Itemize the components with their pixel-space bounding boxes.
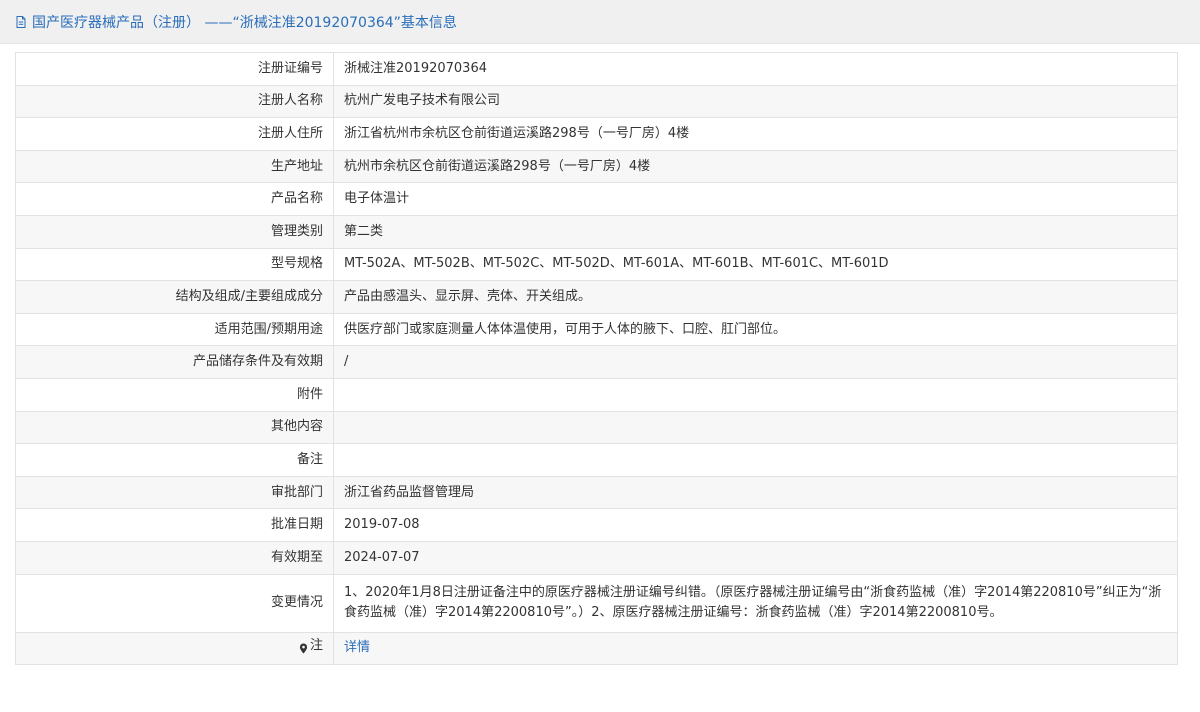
row-value: 浙械注准20192070364 (333, 52, 1178, 86)
row-value (333, 410, 1178, 445)
table-row: 产品名称 电子体温计 (15, 182, 1178, 216)
table-row: 注册人名称 杭州广发电子技术有限公司 (15, 84, 1178, 119)
row-label: 有效期至 (15, 540, 334, 575)
row-label: 附件 (15, 377, 334, 412)
table-row: 批准日期 2019-07-08 (15, 508, 1178, 542)
table-row: 产品储存条件及有效期 / (15, 345, 1178, 379)
row-label: 注册人名称 (15, 84, 334, 119)
row-label: 型号规格 (15, 247, 334, 282)
row-value: 供医疗部门或家庭测量人体体温使用，可用于人体的腋下、口腔、肛门部位。 (333, 312, 1178, 347)
row-label: 备注 (15, 443, 334, 477)
row-value: 2019-07-08 (333, 508, 1178, 542)
page-title: 国产医疗器械产品（注册） ——“浙械注准20192070364”基本信息 (32, 14, 457, 31)
row-label: 生产地址 (15, 149, 334, 184)
row-label: 结构及组成/主要组成成分 (15, 280, 334, 314)
row-value: 杭州广发电子技术有限公司 (333, 84, 1178, 119)
table-row: 生产地址 杭州市余杭区仓前街道运溪路298号（一号厂房）4楼 (15, 149, 1178, 184)
table-row: 有效期至 2024-07-07 (15, 540, 1178, 575)
note-label: 注 (309, 638, 323, 654)
row-value: / (333, 345, 1178, 379)
row-label: 变更情况 (15, 573, 334, 633)
row-value: 杭州市余杭区仓前街道运溪路298号（一号厂房）4楼 (333, 149, 1178, 184)
row-label: 批准日期 (15, 508, 334, 542)
row-value: 电子体温计 (333, 182, 1178, 216)
table-row: 适用范围/预期用途 供医疗部门或家庭测量人体体温使用，可用于人体的腋下、口腔、肛… (15, 312, 1178, 347)
row-value: 第二类 (333, 214, 1178, 249)
page-header: 国产医疗器械产品（注册） ——“浙械注准20192070364”基本信息 (0, 0, 1200, 44)
row-value (333, 377, 1178, 412)
table-row: 审批部门 浙江省药品监督管理局 (15, 475, 1178, 510)
pin-icon (299, 641, 308, 654)
note-label-cell: 注 (15, 631, 334, 666)
row-value: 浙江省杭州市余杭区仓前街道运溪路298号（一号厂房）4楼 (333, 117, 1178, 151)
row-value: 产品由感温头、显示屏、壳体、开关组成。 (333, 280, 1178, 314)
row-label: 其他内容 (15, 410, 334, 445)
table-row: 附件 (15, 377, 1178, 412)
row-label: 注册证编号 (15, 52, 334, 86)
table-row: 其他内容 (15, 410, 1178, 445)
row-value (333, 443, 1178, 477)
row-label: 适用范围/预期用途 (15, 312, 334, 347)
note-row: 注 详情 (15, 631, 1178, 666)
note-value-cell: 详情 (333, 631, 1178, 666)
table-row: 管理类别 第二类 (15, 214, 1178, 249)
row-value: 1、2020年1月8日注册证备注中的原医疗器械注册证编号纠错。（原医疗器械注册证… (333, 573, 1178, 633)
row-label: 产品名称 (15, 182, 334, 216)
table-row: 变更情况 1、2020年1月8日注册证备注中的原医疗器械注册证编号纠错。（原医疗… (15, 573, 1178, 633)
table-row: 注册证编号 浙械注准20192070364 (15, 52, 1178, 86)
row-label: 注册人住所 (15, 117, 334, 151)
row-value: 2024-07-07 (333, 540, 1178, 575)
row-label: 产品储存条件及有效期 (15, 345, 334, 379)
row-value: MT-502A、MT-502B、MT-502C、MT-502D、MT-601A、… (333, 247, 1178, 282)
document-icon (14, 15, 28, 29)
table-row: 注册人住所 浙江省杭州市余杭区仓前街道运溪路298号（一号厂房）4楼 (15, 117, 1178, 151)
table-row: 备注 (15, 443, 1178, 477)
row-label: 管理类别 (15, 214, 334, 249)
row-label: 审批部门 (15, 475, 334, 510)
table-row: 型号规格 MT-502A、MT-502B、MT-502C、MT-502D、MT-… (15, 247, 1178, 282)
info-panel: 注册证编号 浙械注准20192070364 注册人名称 杭州广发电子技术有限公司… (0, 44, 1200, 666)
info-table: 注册证编号 浙械注准20192070364 注册人名称 杭州广发电子技术有限公司… (15, 52, 1178, 666)
table-row: 结构及组成/主要组成成分 产品由感温头、显示屏、壳体、开关组成。 (15, 280, 1178, 314)
row-value: 浙江省药品监督管理局 (333, 475, 1178, 510)
details-link[interactable]: 详情 (344, 640, 370, 655)
